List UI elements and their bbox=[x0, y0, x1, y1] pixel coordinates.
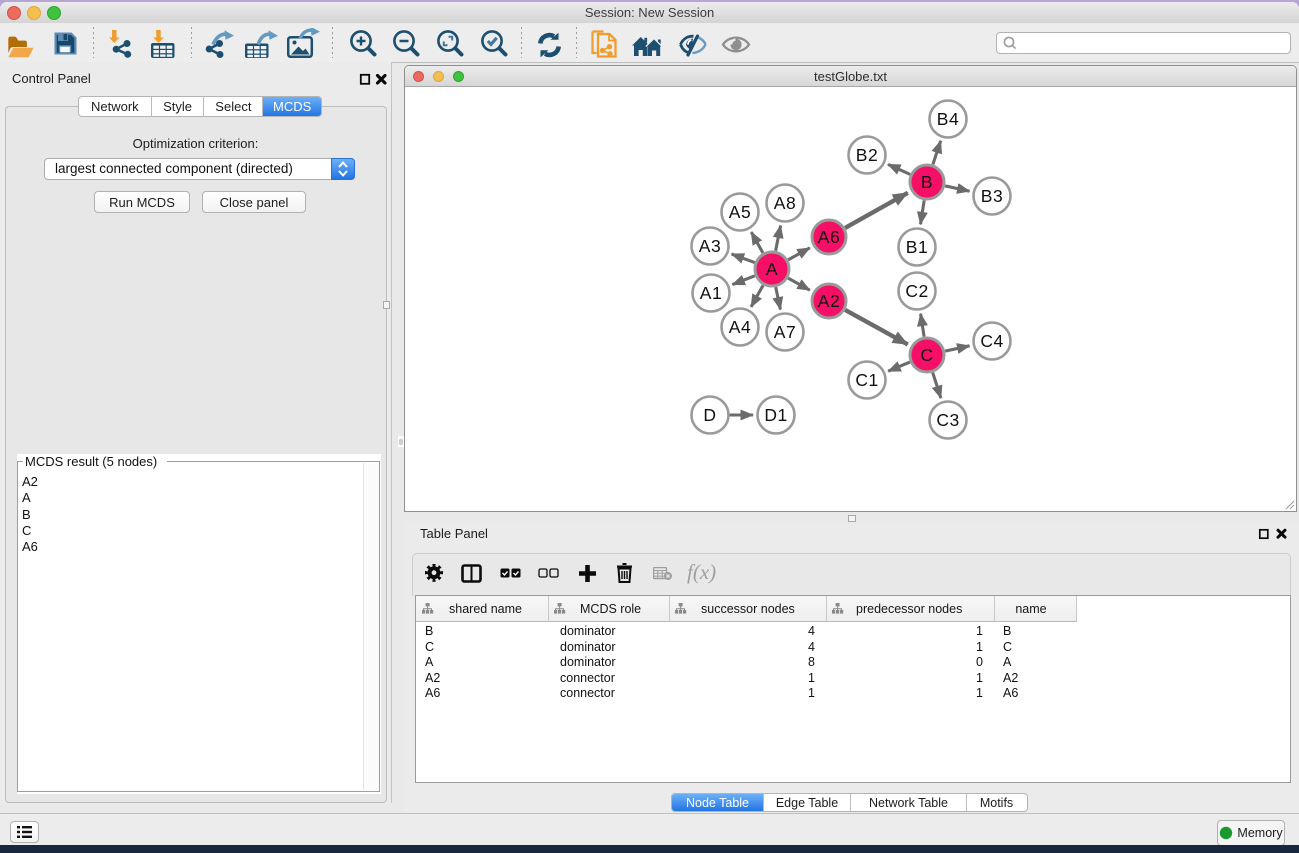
svg-text:A6: A6 bbox=[818, 227, 840, 247]
svg-text:A4: A4 bbox=[729, 317, 751, 337]
svg-text:A2: A2 bbox=[818, 291, 840, 311]
svg-text:B: B bbox=[921, 172, 933, 192]
svg-text:B3: B3 bbox=[981, 186, 1003, 206]
svg-text:A: A bbox=[766, 259, 778, 279]
svg-text:D: D bbox=[703, 405, 716, 425]
svg-text:A8: A8 bbox=[774, 193, 796, 213]
svg-text:A7: A7 bbox=[774, 322, 796, 342]
svg-text:C1: C1 bbox=[855, 370, 878, 390]
svg-text:B4: B4 bbox=[937, 109, 959, 129]
svg-text:A1: A1 bbox=[700, 283, 722, 303]
svg-text:B1: B1 bbox=[906, 237, 928, 257]
svg-text:C4: C4 bbox=[980, 331, 1003, 351]
svg-text:C: C bbox=[920, 345, 933, 365]
svg-text:C2: C2 bbox=[905, 281, 928, 301]
svg-text:A5: A5 bbox=[729, 202, 751, 222]
svg-text:D1: D1 bbox=[764, 405, 787, 425]
svg-text:B2: B2 bbox=[856, 145, 878, 165]
svg-text:C3: C3 bbox=[936, 410, 959, 430]
svg-text:A3: A3 bbox=[699, 236, 721, 256]
